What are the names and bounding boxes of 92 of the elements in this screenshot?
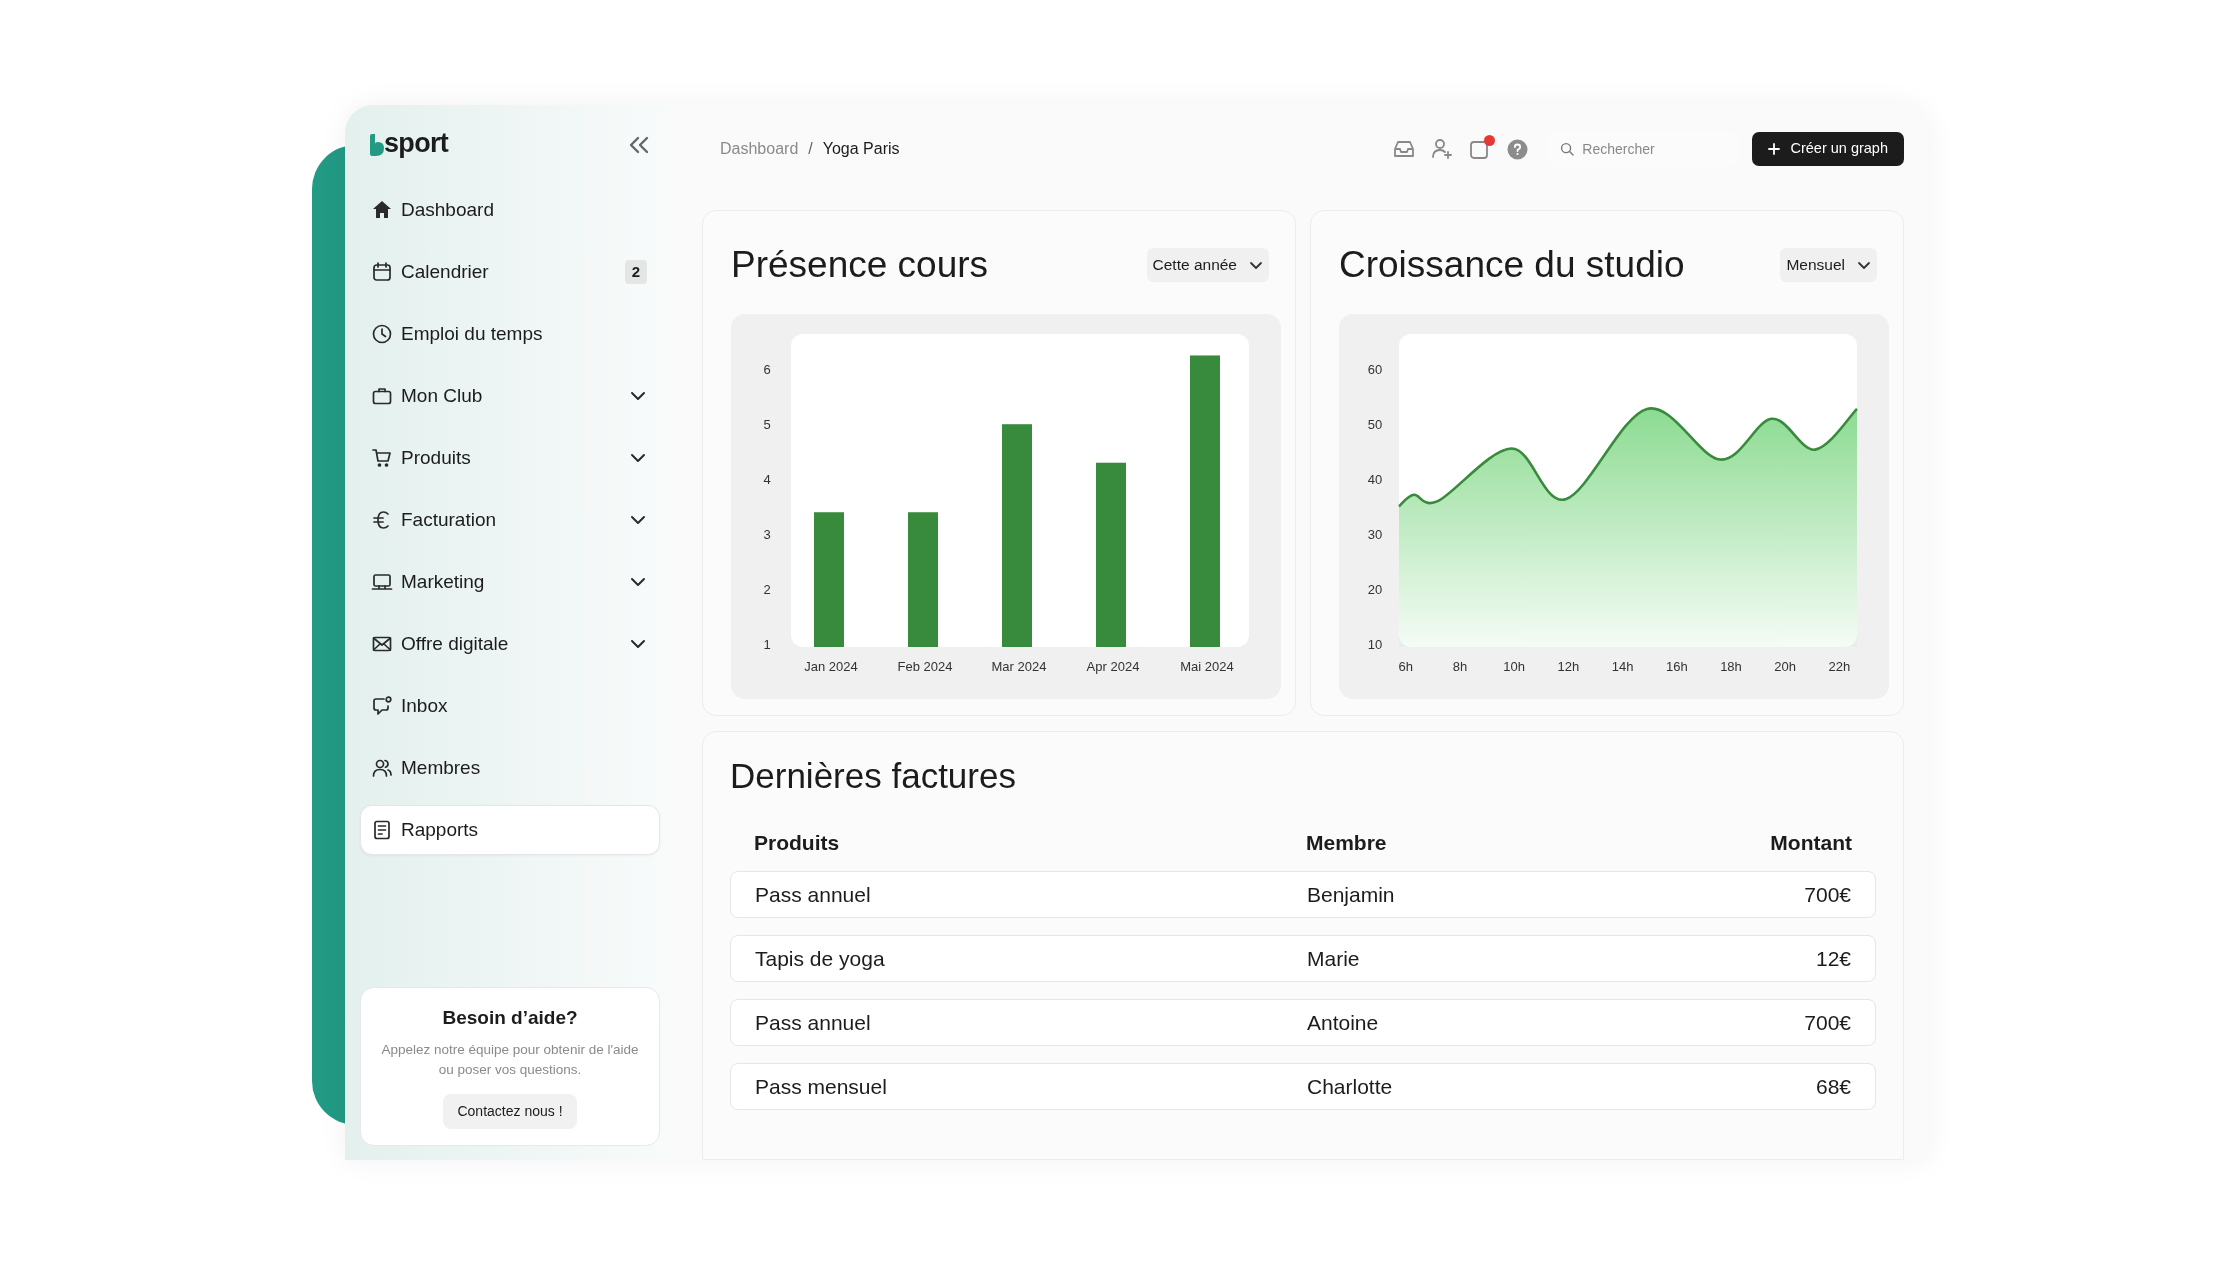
briefcase-icon (371, 385, 393, 407)
table-cell-text: Charlotte (1307, 1073, 1394, 1100)
document-icon (371, 819, 393, 841)
nav-item[interactable]: Dashboard (360, 185, 660, 235)
calendar-icon (371, 261, 393, 283)
nav-label: Offre digitale (401, 631, 510, 656)
breadcrumb-link[interactable]: Yoga Paris (822, 137, 900, 161)
nav-label: Mon Club (401, 383, 484, 408)
breadcrumb-separator: / (808, 139, 813, 159)
nav-item[interactable]: Calendrier 2 (360, 247, 660, 297)
x-axis-label: 20h (1774, 659, 1797, 674)
invoices-title: Dernières factures (730, 755, 1017, 797)
table-cell-text: 68€ (1814, 1073, 1851, 1100)
nav-label: Facturation (401, 507, 498, 532)
table-cell-text: 700€ (1803, 881, 1851, 908)
nav-item[interactable]: Rapports (360, 805, 660, 855)
nav-label: Calendrier (401, 259, 490, 284)
nav-label: Inbox (401, 693, 449, 718)
x-axis-label: 6h (1398, 659, 1413, 674)
inbox-icon[interactable] (1393, 139, 1416, 159)
x-axis-label: 10h (1503, 659, 1526, 674)
x-axis-label: 22h (1828, 659, 1851, 674)
cart-icon (371, 447, 393, 469)
x-axis-label: Jan 2024 (804, 659, 858, 674)
y-axis-label: 60 (1367, 361, 1383, 377)
add-user-icon[interactable] (1431, 138, 1454, 160)
table-cell-text: 700€ (1803, 1009, 1851, 1036)
nav-item[interactable]: Membres (360, 743, 660, 793)
nav-label: Dashboard (401, 197, 495, 222)
period-dropdown[interactable]: Cette année (1146, 248, 1269, 282)
count-badge: 2 (625, 260, 647, 284)
y-axis-label: 10 (1367, 637, 1383, 653)
y-axis-label: 30 (1367, 526, 1383, 542)
nav-label: Membres (401, 755, 482, 780)
users-icon (371, 757, 393, 779)
help-icon[interactable] (1507, 138, 1529, 160)
search-field[interactable]: Rechercher (1582, 138, 1727, 160)
column-header: Membre (1306, 830, 1388, 857)
x-axis-label: Apr 2024 (1086, 659, 1140, 674)
nav-label: Marketing (401, 569, 486, 594)
search-icon (1560, 141, 1575, 157)
column-header: Montant (1769, 830, 1852, 857)
y-axis-label: 4 (763, 472, 771, 488)
laptop-icon (371, 571, 393, 593)
y-axis-label: 2 (763, 582, 771, 598)
x-axis-label: Mar 2024 (991, 659, 1047, 674)
x-axis-label: 12h (1557, 659, 1580, 674)
table-cell-text: Pass annuel (755, 881, 872, 908)
nav-label: Rapports (401, 817, 480, 842)
create-graph-button[interactable]: Créer un graph (1752, 132, 1904, 166)
nav-item[interactable]: Produits (360, 433, 660, 483)
table-cell-text: Antoine (1307, 1009, 1380, 1036)
help-title: Besoin d’aide? (442, 1005, 578, 1030)
chat-icon (371, 695, 393, 717)
y-axis-label: 3 (763, 527, 771, 543)
logo-text: sport (384, 129, 449, 157)
x-axis-label: 16h (1665, 659, 1688, 674)
y-axis-label: 1 (763, 637, 771, 653)
contact-button[interactable]: Contactez nous ! (443, 1094, 577, 1129)
nav-item[interactable]: Facturation (360, 495, 660, 545)
nav-label: Produits (401, 445, 472, 470)
x-axis-label: 18h (1720, 659, 1742, 674)
nav-item[interactable]: Marketing (360, 557, 660, 607)
table-cell-text: Pass annuel (755, 1009, 872, 1036)
nav-label: Emploi du temps (401, 321, 544, 346)
help-text: Appelez notre équipe pour obtenir de l'aide ou poser vos questions. (380, 1041, 640, 1079)
table-cell-text: Tapis de yoga (755, 945, 886, 972)
plus-icon (1768, 143, 1781, 155)
nav-item[interactable]: Inbox (360, 681, 660, 731)
nav-item[interactable]: Offre digitale (360, 619, 660, 669)
y-axis-label: 50 (1367, 416, 1383, 432)
nav-item[interactable]: Mon Club (360, 371, 660, 421)
table-cell-text: Benjamin (1307, 881, 1396, 908)
chart-title: Présence cours (731, 243, 989, 287)
table-cell-text: Marie (1307, 945, 1361, 972)
y-axis-label: 20 (1367, 581, 1383, 597)
x-axis-label: Feb 2024 (897, 659, 953, 674)
clock-icon (371, 323, 393, 345)
period-dropdown[interactable]: Mensuel (1780, 248, 1877, 282)
x-axis-label: Mai 2024 (1180, 659, 1234, 674)
chart-title: Croissance du studio (1339, 243, 1685, 287)
logo-icon (370, 134, 384, 156)
nav-item[interactable]: Emploi du temps (360, 309, 660, 359)
x-axis-label: 14h (1611, 659, 1634, 674)
home-icon (371, 199, 393, 221)
table-cell-text: Pass mensuel (755, 1073, 888, 1100)
column-header: Produits (754, 830, 841, 857)
y-axis-label: 40 (1367, 471, 1383, 487)
y-axis-label: 5 (763, 417, 771, 433)
table-cell-text: 12€ (1814, 945, 1851, 972)
y-axis-label: 6 (763, 362, 771, 378)
x-axis-label: 8h (1452, 659, 1468, 674)
